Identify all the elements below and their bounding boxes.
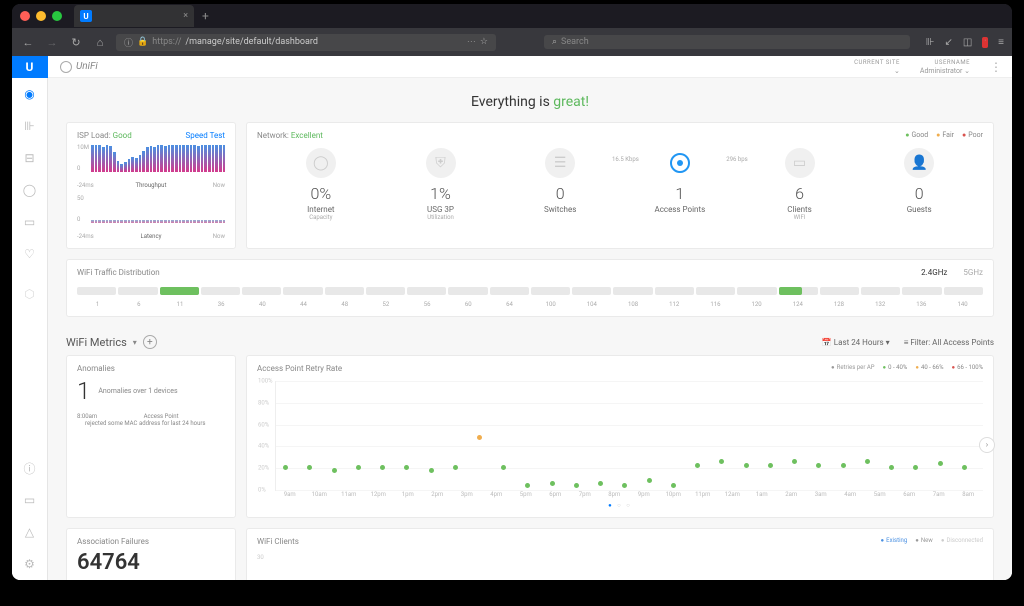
- anomalies-count: 1: [77, 377, 90, 405]
- dist-title: WiFi Traffic Distribution: [77, 268, 160, 277]
- chevron-down-icon: ⌄: [894, 67, 900, 75]
- shield-icon: ⛨: [426, 148, 456, 178]
- search-bar[interactable]: ⌕ Search: [544, 35, 910, 49]
- chart-next-button[interactable]: ›: [979, 437, 995, 453]
- stat-ap[interactable]: 16.5 Kbps 296 bps 1 Access Points: [620, 148, 740, 221]
- filter-selector[interactable]: ≡ Filter: All Access Points: [904, 338, 994, 347]
- nav-insights[interactable]: ♡: [20, 244, 40, 264]
- metrics-title: WiFi Metrics: [66, 336, 127, 349]
- globe-icon: ◯: [306, 148, 336, 178]
- stat-guests[interactable]: 👤 0 Guests: [859, 148, 979, 221]
- nav-devices[interactable]: ◯: [20, 180, 40, 200]
- timerange-selector[interactable]: 📅 Last 24 Hours ▾: [822, 338, 890, 347]
- nav-statistics[interactable]: ⊪: [20, 116, 40, 136]
- anomalies-card: Anomalies 1 Anomalies over 1 devices 8:0…: [66, 355, 236, 518]
- user-icon: 👤: [904, 148, 934, 178]
- nav-events[interactable]: ⓘ: [20, 458, 40, 478]
- metrics-header: WiFi Metrics ▾ + 📅 Last 24 Hours ▾ ≡ Fil…: [66, 329, 994, 355]
- dist-tab-5[interactable]: 5GHz: [963, 268, 983, 277]
- ap-icon: [665, 148, 695, 178]
- network-card: Network: Excellent Good Fair Poor ◯ 0%: [246, 122, 994, 249]
- browser-tab[interactable]: U ×: [74, 5, 194, 27]
- browser-toolbar: ← → ↻ ⌂ ⓘ 🔒 https:// /manage/site/defaul…: [12, 28, 1012, 56]
- window-controls[interactable]: [20, 11, 62, 21]
- switch-icon: ☰: [545, 148, 575, 178]
- assoc-count: 64764: [77, 550, 225, 575]
- sidebar-icon[interactable]: ◫: [963, 37, 972, 48]
- forward-button: →: [44, 36, 60, 49]
- wifi-distribution-card: WiFi Traffic Distribution 2.4GHz 5GHz 16…: [66, 259, 994, 317]
- brand: UniFi: [60, 61, 98, 73]
- ext-icon[interactable]: ↙: [944, 37, 952, 48]
- association-failures-card: Association Failures 64764: [66, 528, 236, 580]
- dist-tab-24[interactable]: 2.4GHz: [921, 268, 947, 277]
- wifi-clients-card: WiFi Clients Existing New Disconnected 3…: [246, 528, 994, 580]
- site-selector[interactable]: CURRENT SITE ⌄: [854, 59, 900, 75]
- hero-status: Everything is great!: [66, 94, 994, 110]
- nav-settings[interactable]: ⚙: [20, 554, 40, 574]
- stat-switches[interactable]: ☰ 0 Switches: [500, 148, 620, 221]
- stat-internet[interactable]: ◯ 0% Internet Capacity: [261, 148, 381, 221]
- search-icon: ⌕: [552, 37, 557, 47]
- user-menu[interactable]: USERNAME Administrator ⌄: [920, 59, 970, 75]
- menu-icon[interactable]: ≡: [998, 37, 1004, 48]
- add-widget-button[interactable]: +: [143, 335, 157, 349]
- stat-clients[interactable]: ▭ 6 Clients WIFI: [740, 148, 860, 221]
- ext2-icon[interactable]: ·: [982, 37, 988, 48]
- chevron-down-icon[interactable]: ▾: [133, 338, 137, 347]
- chart-pager[interactable]: ● ○ ○: [257, 502, 983, 509]
- reader-icon[interactable]: ☆: [480, 37, 488, 47]
- stat-usg[interactable]: ⛨ 1% USG 3P Utilization: [381, 148, 501, 221]
- top-bar: UniFi CURRENT SITE ⌄ USERNAME Administra…: [48, 56, 1012, 78]
- back-button[interactable]: ←: [20, 36, 36, 49]
- retry-rate-card: Access Point Retry Rate Retries per AP 0…: [246, 355, 994, 518]
- loop-icon: [60, 61, 72, 73]
- nav-dashboard[interactable]: ◉: [20, 84, 40, 104]
- throughput-chart: 10M 0: [77, 144, 225, 180]
- url-bar[interactable]: ⓘ 🔒 https:// /manage/site/default/dashbo…: [116, 34, 496, 51]
- favicon-icon: U: [80, 10, 92, 22]
- logo-button[interactable]: U: [12, 56, 48, 78]
- close-tab-icon[interactable]: ×: [183, 11, 188, 21]
- info-icon[interactable]: ⓘ: [124, 36, 133, 49]
- latency-chart: 50 0: [77, 195, 225, 231]
- lock-icon: 🔒: [137, 37, 148, 47]
- nav-alerts[interactable]: ▭: [20, 490, 40, 510]
- more-menu[interactable]: ⋮: [990, 60, 1000, 74]
- isp-card: ISP Load: Good Speed Test 10M 0 -24msThr…: [66, 122, 236, 249]
- nav-map[interactable]: ⊟: [20, 148, 40, 168]
- speedtest-link[interactable]: Speed Test: [186, 131, 225, 140]
- laptop-icon: ▭: [785, 148, 815, 178]
- nav-clients[interactable]: ▭: [20, 212, 40, 232]
- library-icon[interactable]: ⊪: [926, 37, 935, 48]
- nav-notif[interactable]: △: [20, 522, 40, 542]
- home-button[interactable]: ⌂: [92, 36, 108, 49]
- reload-button[interactable]: ↻: [68, 36, 84, 49]
- left-sidebar: U ◉ ⊪ ⊟ ◯ ▭ ♡ ⬡ ⓘ ▭ △ ⚙: [12, 56, 48, 580]
- nav-shield[interactable]: ⬡: [20, 284, 40, 304]
- browser-tabbar: U × +: [12, 4, 1012, 28]
- new-tab-button[interactable]: +: [202, 9, 209, 23]
